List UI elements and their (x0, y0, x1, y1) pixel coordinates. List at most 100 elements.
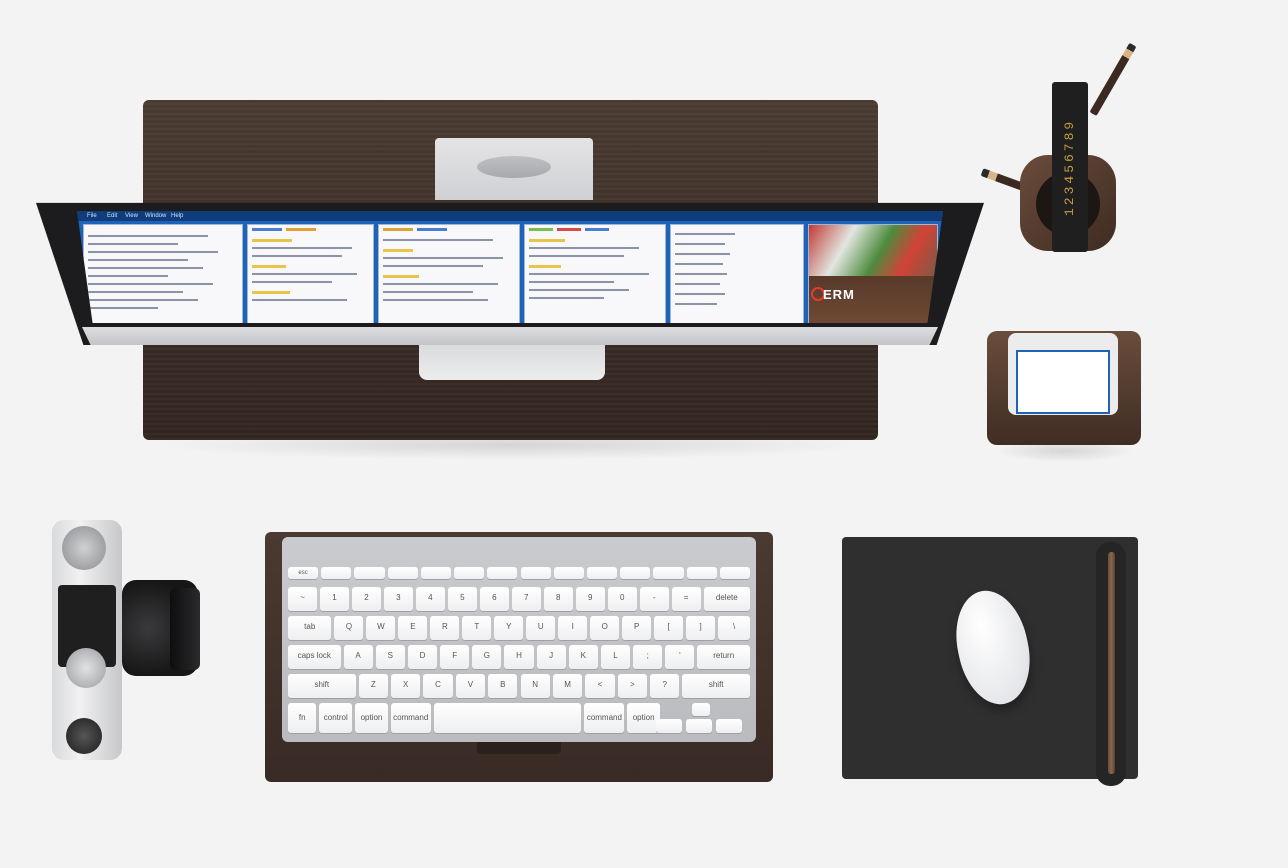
key-space-row[interactable]: command (584, 703, 625, 733)
screen-pane (524, 224, 666, 323)
key-home-row[interactable]: K (568, 645, 598, 669)
key-bottom-row[interactable]: < (585, 674, 615, 698)
monitor-stand-base (419, 340, 605, 380)
key-top-row[interactable]: E (398, 616, 428, 640)
key-home-row[interactable]: F (440, 645, 470, 669)
key-home-row[interactable]: A (343, 645, 373, 669)
pencil (1089, 42, 1137, 116)
key-space-row[interactable]: option (355, 703, 388, 733)
key-home-row[interactable]: D (407, 645, 438, 669)
key-home-row[interactable]: S (375, 645, 405, 669)
key-arrow-right[interactable] (716, 719, 742, 733)
menubar-item: Window (145, 213, 167, 219)
key-function-row[interactable] (586, 567, 618, 579)
key-space-row[interactable]: command (390, 703, 431, 733)
camera-dial (62, 526, 106, 570)
key-number-row[interactable]: 3 (383, 587, 413, 611)
key-number-row[interactable]: 1 (319, 587, 349, 611)
key-bottom-row[interactable]: shift (288, 674, 356, 698)
key-function-row[interactable] (553, 567, 584, 579)
key-number-row[interactable]: 7 (511, 587, 541, 611)
key-space-row[interactable] (433, 703, 582, 733)
key-home-row[interactable]: caps lock (288, 645, 341, 669)
key-number-row[interactable]: delete (703, 587, 750, 611)
key-top-row[interactable]: I (558, 616, 588, 640)
screen-photo-pane: ERM (808, 224, 938, 323)
key-bottom-row[interactable]: N (520, 674, 550, 698)
key-arrow-left[interactable] (656, 719, 682, 733)
key-top-row[interactable]: P (622, 616, 652, 640)
key-top-row[interactable]: R (430, 616, 460, 640)
key-function-row[interactable] (420, 567, 452, 579)
key-space-row[interactable]: control (319, 703, 353, 733)
key-function-row[interactable] (387, 567, 418, 579)
key-function-row[interactable] (454, 567, 485, 579)
key-arrow-down[interactable] (686, 719, 712, 733)
smartphone-screen (1016, 350, 1110, 414)
monitor-screen: File Edit View Window Help ERM (77, 211, 943, 323)
key-top-row[interactable]: T (462, 616, 492, 640)
key-function-row[interactable] (719, 567, 750, 579)
key-top-row[interactable]: \ (718, 616, 750, 640)
key-top-row[interactable]: Y (494, 616, 524, 640)
key-top-row[interactable]: ] (686, 616, 716, 640)
key-number-row[interactable]: 9 (575, 587, 605, 611)
food-photo (809, 225, 937, 276)
key-number-row[interactable]: = (671, 587, 701, 611)
key-number-row[interactable]: 8 (543, 587, 573, 611)
key-home-row[interactable]: ; (633, 645, 663, 669)
apple-logo-icon (986, 658, 1000, 672)
key-home-row[interactable]: ' (665, 645, 695, 669)
key-top-row[interactable]: O (590, 616, 620, 640)
key-function-row[interactable] (620, 567, 651, 579)
key-bottom-row[interactable]: V (455, 674, 486, 698)
key-number-row[interactable]: 5 (447, 587, 477, 611)
camera-dial (66, 648, 106, 688)
menubar-item: Edit (107, 213, 118, 219)
key-bottom-row[interactable]: C (423, 674, 453, 698)
key-top-row[interactable]: W (366, 616, 396, 640)
key-function-row[interactable] (321, 567, 352, 579)
screen-pane (83, 224, 243, 323)
key-bottom-row[interactable]: > (617, 674, 648, 698)
keyboard-tray-notch (477, 742, 561, 754)
key-bottom-row[interactable]: Z (358, 674, 388, 698)
key-top-row[interactable]: tab (288, 616, 332, 640)
key-space-row[interactable]: fn (288, 703, 317, 733)
key-function-row[interactable]: esc (288, 567, 319, 579)
key-number-row[interactable]: 6 (479, 587, 509, 611)
key-bottom-row[interactable]: M (552, 674, 583, 698)
key-number-row[interactable]: ~ (288, 587, 317, 611)
key-arrow-up[interactable] (692, 703, 710, 716)
key-bottom-row[interactable]: B (488, 674, 518, 698)
screen-menubar: File Edit View Window Help (77, 211, 943, 221)
key-top-row[interactable]: Q (334, 616, 364, 640)
menubar-item: File (87, 213, 97, 219)
pen (1108, 552, 1115, 774)
key-function-row[interactable] (653, 567, 684, 579)
key-number-row[interactable]: 0 (607, 587, 637, 611)
key-bottom-row[interactable]: shift (682, 674, 750, 698)
screen-pane (247, 224, 374, 323)
key-number-row[interactable]: 2 (351, 587, 381, 611)
key-top-row[interactable]: U (526, 616, 556, 640)
key-home-row[interactable]: return (697, 645, 750, 669)
camera-dial (66, 718, 102, 754)
key-number-row[interactable]: 4 (415, 587, 445, 611)
menubar-item: View (125, 213, 138, 219)
key-function-row[interactable] (354, 567, 385, 579)
key-function-row[interactable] (520, 567, 551, 579)
camera-lens-ring (170, 588, 200, 670)
key-home-row[interactable]: J (536, 645, 566, 669)
key-home-row[interactable]: G (472, 645, 502, 669)
key-number-row[interactable]: - (639, 587, 669, 611)
cable-hole (477, 156, 551, 178)
key-home-row[interactable]: L (600, 645, 631, 669)
key-bottom-row[interactable]: ? (650, 674, 680, 698)
key-bottom-row[interactable]: X (390, 674, 421, 698)
key-home-row[interactable]: H (504, 645, 534, 669)
key-function-row[interactable] (487, 567, 518, 579)
key-top-row[interactable]: [ (654, 616, 684, 640)
key-function-row[interactable] (686, 567, 717, 579)
apple-logo-icon (502, 329, 522, 343)
